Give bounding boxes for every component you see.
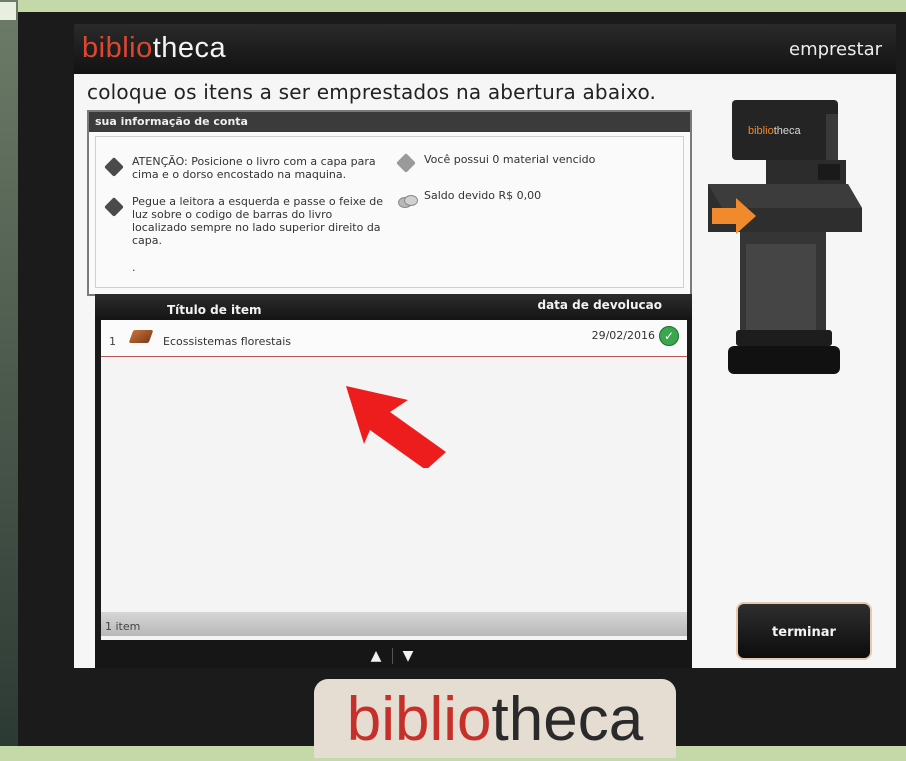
row-title: Ecossistemas florestais: [163, 335, 292, 348]
red-arrow-annotation: [346, 386, 446, 468]
mode-label: emprestar: [789, 39, 882, 60]
scroll-up-button[interactable]: ▲: [363, 646, 389, 666]
kiosk-machine-illustration: bibliotheca: [708, 100, 862, 374]
note-position-book: ATENÇÃO: Posicione o livro com a capa pa…: [132, 155, 376, 181]
finish-button[interactable]: terminar: [736, 602, 872, 660]
table-row[interactable]: 1 Ecossistemas florestais 29/02/2016 ✓: [101, 320, 687, 357]
top-bar: bibliotheca emprestar: [74, 24, 896, 74]
logo-part-white: theca: [152, 32, 227, 64]
account-info-panel: sua informação de conta ATENÇÃO: Posicio…: [87, 110, 692, 296]
column-title: Título de item: [167, 303, 262, 317]
kiosk-bezel: bibliotheca emprestar coloque os itens a…: [18, 12, 906, 758]
book-stack-icon: [396, 153, 416, 173]
machine-logo: bibliotheca: [748, 125, 801, 137]
row-number: 1: [109, 335, 116, 348]
book-diamond-icon: [104, 157, 124, 177]
book-diamond-icon: [104, 197, 124, 217]
check-icon: ✓: [659, 326, 679, 346]
account-info-header: sua informação de conta: [89, 112, 690, 132]
balance-status: Saldo devido R$ 0,00: [424, 189, 542, 202]
account-info-body: ATENÇÃO: Posicione o livro com a capa pa…: [95, 136, 684, 288]
note-dot: .: [132, 261, 136, 274]
scroll-down-button[interactable]: ▼: [395, 646, 421, 666]
left-edge: [0, 0, 18, 746]
note-scan-barcode: Pegue a leitora a esquerda e passe o fei…: [132, 195, 383, 247]
item-count-bar: 1 item: [101, 612, 687, 636]
items-table: Título de item data de devolucao 1 Ecoss…: [95, 294, 692, 668]
column-due-date: data de devolucao: [537, 298, 662, 312]
row-due-date: 29/02/2016: [591, 329, 655, 342]
page-instruction: coloque os itens a ser emprestados na ab…: [87, 80, 657, 104]
bottom-brand-plate: bibliotheca: [314, 679, 676, 758]
kiosk-screen: bibliotheca emprestar coloque os itens a…: [74, 24, 896, 668]
bottom-logo-dark: theca: [491, 685, 644, 754]
overdue-status: Você possui 0 material vencido: [424, 153, 596, 166]
bottom-logo-red: biblio: [346, 685, 492, 754]
brand-logo: bibliotheca: [82, 32, 226, 65]
items-table-header: Título de item data de devolucao: [95, 294, 692, 320]
book-icon: [128, 328, 154, 346]
scroll-bar: ▲ ▼: [95, 640, 692, 668]
scroll-divider: [392, 648, 393, 664]
coins-icon: [396, 191, 418, 211]
item-count: 1 item: [105, 620, 141, 633]
logo-part-red: biblio: [82, 32, 153, 64]
scroll-controls: ▲ ▼: [361, 646, 423, 666]
edge-marker: [0, 2, 16, 20]
items-table-body[interactable]: 1 Ecossistemas florestais 29/02/2016 ✓: [101, 320, 687, 640]
